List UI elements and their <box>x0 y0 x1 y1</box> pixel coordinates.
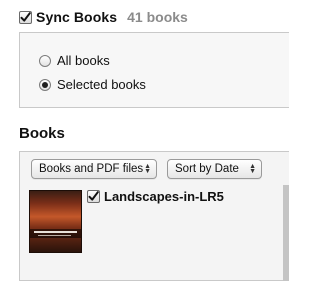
sort-popup-label: Sort by Date <box>175 163 239 175</box>
sync-books-header: Sync Books 41 books <box>19 9 188 25</box>
radio-selected-books[interactable]: Selected books <box>39 77 146 92</box>
sort-popup[interactable]: Sort by Date ▲ ▼ <box>167 159 262 179</box>
updown-arrows-icon: ▲ ▼ <box>144 163 151 175</box>
books-count: 41 books <box>127 9 188 25</box>
checkmark-icon <box>20 11 31 22</box>
updown-arrows-icon: ▲ ▼ <box>249 163 256 175</box>
filter-popup-label: Books and PDF files <box>39 163 144 175</box>
books-section-title: Books <box>19 125 65 142</box>
book-cover-image[interactable] <box>29 190 82 253</box>
radio-selected-dot <box>42 81 48 88</box>
radio-button[interactable] <box>39 54 51 67</box>
sync-options-box: All books Selected books <box>19 32 289 108</box>
filter-popup[interactable]: Books and PDF files ▲ ▼ <box>31 159 157 179</box>
book-title: Landscapes-in-LR5 <box>104 189 224 204</box>
radio-button[interactable] <box>39 78 51 91</box>
radio-label-selected-books: Selected books <box>57 77 146 92</box>
sync-books-checkbox[interactable] <box>19 10 32 24</box>
books-panel: Books and PDF files ▲ ▼ Sort by Date ▲ ▼ L… <box>19 151 289 281</box>
book-checkbox[interactable] <box>87 190 100 203</box>
radio-all-books[interactable]: All books <box>39 53 110 68</box>
radio-label-all-books: All books <box>57 53 110 68</box>
checkmark-icon <box>88 191 99 201</box>
sync-books-title: Sync Books <box>36 9 118 25</box>
scrollbar-edge[interactable] <box>283 185 289 281</box>
